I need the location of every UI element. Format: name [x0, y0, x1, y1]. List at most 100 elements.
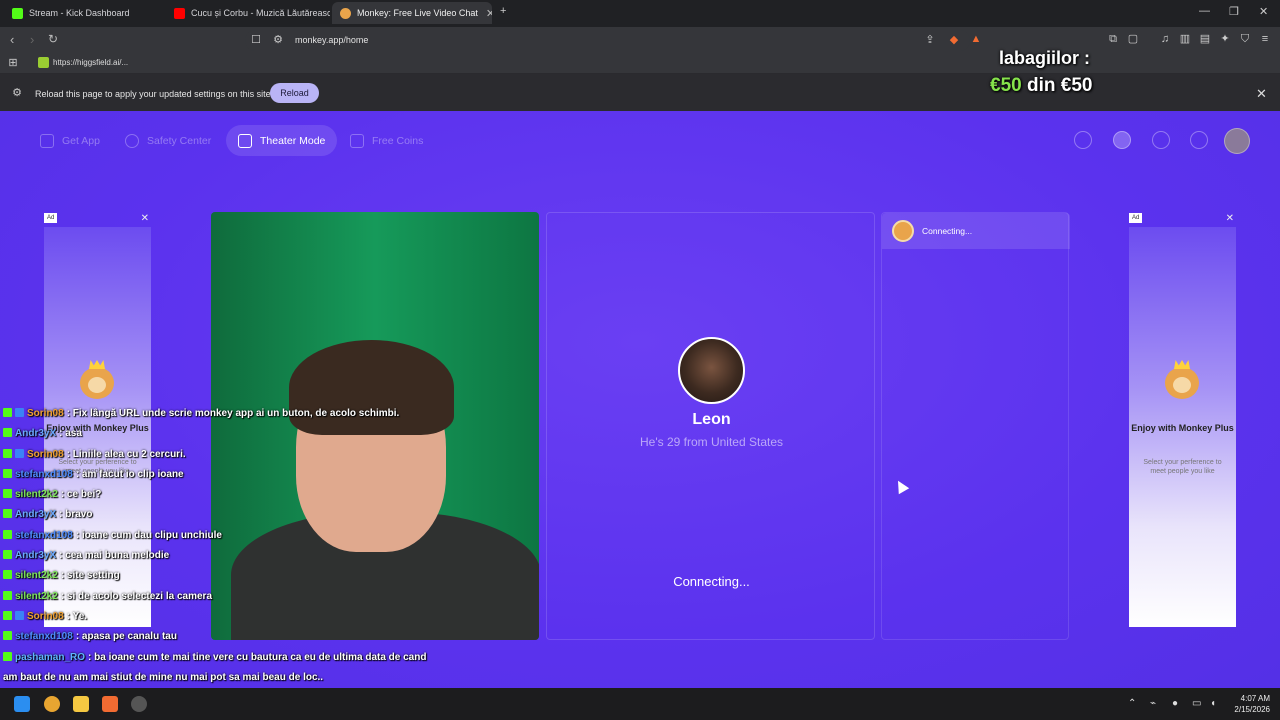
volume-icon[interactable]: ◖ [1210, 698, 1216, 709]
tray-chevron-icon[interactable]: ⌃ [1128, 698, 1136, 709]
forward-icon[interactable]: › [30, 32, 34, 47]
wallet-icon[interactable]: ▤ [1198, 32, 1212, 46]
extensions-icon[interactable]: ⧉ [1106, 32, 1120, 46]
chat-message: Sorin08: Fix lângă URL unde scrie monkey… [3, 404, 443, 424]
new-tab-button[interactable]: + [500, 5, 506, 17]
folder-icon[interactable] [73, 696, 89, 712]
leo-icon[interactable]: ✦ [1218, 32, 1232, 46]
coin-icon[interactable] [1113, 131, 1131, 149]
clock-date: 2/15/2026 [1234, 705, 1270, 714]
chat-header: Connecting... [882, 213, 1070, 249]
chat-text: ce bei? [66, 489, 102, 501]
rewards-icon[interactable]: ▲ [969, 32, 983, 46]
messages-icon[interactable] [1190, 131, 1208, 149]
nav-label: Theater Mode [260, 134, 326, 147]
chrome-icon[interactable] [44, 696, 60, 712]
minimize-button[interactable]: — [1199, 5, 1210, 17]
kick-badge-icon [3, 550, 12, 560]
display-icon[interactable]: ▭ [1192, 698, 1201, 709]
chat-message: silent2k2: si de acolo selectezi la came… [3, 587, 443, 607]
vpn-icon[interactable]: ⛉ [1238, 32, 1252, 46]
chat-text: site setting [66, 570, 120, 582]
chat-username[interactable]: silent2k2 [15, 570, 58, 581]
chat-username[interactable]: stefanxd108 [15, 530, 73, 541]
tab-monkey[interactable]: Monkey: Free Live Video Chat ✕ [332, 2, 492, 24]
shield-icon [125, 133, 139, 148]
ad-right[interactable]: Ad ✕ Enjoy with Monkey Plus Select your … [1129, 213, 1236, 627]
apps-grid-icon[interactable]: ⊞ [6, 56, 20, 70]
chat-username[interactable]: Andr3yX [15, 550, 56, 561]
start-icon[interactable] [14, 696, 30, 712]
chat-message: silent2k2: site setting [3, 566, 443, 586]
close-ad-icon[interactable]: ✕ [141, 213, 149, 224]
obs-icon[interactable] [131, 696, 147, 712]
share-icon[interactable]: ⇪ [923, 33, 937, 47]
reload-icon[interactable]: ↻ [48, 32, 58, 46]
close-infobar-icon[interactable]: ✕ [1256, 86, 1267, 102]
menu-icon[interactable]: ≡ [1258, 32, 1272, 46]
history-icon[interactable] [1152, 131, 1170, 149]
chat-username[interactable]: silent2k2 [15, 489, 58, 500]
stream-chat-overlay: Sorin08: Fix lângă URL unde scrie monkey… [3, 404, 443, 708]
nav-get-app[interactable]: Get App [28, 125, 112, 156]
bookmark-higgsfield[interactable]: https://higgsfield.ai/... [38, 57, 128, 68]
match-subtitle: He's 29 from United States [639, 435, 784, 449]
back-icon[interactable]: ‹ [10, 32, 14, 47]
chat-message: pashaman_RO: ba ioane cum te mai tine ve… [3, 648, 443, 689]
higgsfield-icon [38, 57, 49, 68]
chat-username[interactable]: Sorin08 [27, 408, 64, 419]
brave-shield-icon[interactable]: ◆ [947, 33, 961, 47]
monkey-icon [340, 7, 351, 19]
chat-message: stefanxd108: ioane cum dau clipu unchiul… [3, 526, 443, 546]
kick-badge-icon [3, 631, 12, 641]
chat-username[interactable]: pashaman_RO [15, 652, 85, 663]
chat-text: cea mai buna melodie [65, 550, 170, 562]
expand-icon [238, 133, 252, 148]
kick-badge-icon [3, 448, 12, 458]
chat-message: silent2k2: ce bei? [3, 485, 443, 505]
url-text[interactable]: monkey.app/home [295, 35, 368, 45]
monkey-king-icon [80, 367, 114, 399]
avatar[interactable] [1224, 128, 1250, 154]
kick-badge-icon [3, 651, 12, 661]
site-settings-icon[interactable]: ⚙ [271, 33, 285, 47]
clock[interactable]: 4:07 AM 2/15/2026 [1224, 693, 1270, 715]
kick-badge-icon [3, 590, 12, 600]
mic-icon[interactable]: ● [1172, 698, 1178, 709]
chat-text: ioane cum dau clipu unchiule [81, 529, 222, 541]
chat-username[interactable]: Sorin08 [27, 611, 64, 622]
maximize-button[interactable]: ❐ [1229, 5, 1239, 18]
search-icon[interactable] [1074, 131, 1092, 149]
close-ad-icon[interactable]: ✕ [1226, 213, 1234, 224]
media-icon[interactable]: ♫ [1158, 32, 1172, 46]
nav-theater-mode[interactable]: Theater Mode [226, 125, 338, 156]
tab-kick-dashboard[interactable]: Stream - Kick Dashboard [4, 2, 164, 24]
chat-status: Connecting... [922, 226, 973, 236]
chat-message: stefanxd108: am facut io clip ioane [3, 465, 443, 485]
panel-icon[interactable]: ▥ [1178, 32, 1192, 46]
nav-safety-center[interactable]: Safety Center [113, 125, 223, 156]
network-icon[interactable]: ⌁ [1150, 698, 1156, 709]
tab-youtube-music[interactable]: Cucu și Corbu - Muzică Lăutărească | [166, 2, 330, 24]
omnibox[interactable]: ☐ ⚙ monkey.app/home ⇪ ◆ [245, 30, 970, 51]
chat-username[interactable]: Sorin08 [27, 449, 64, 460]
subscriber-badge-icon [15, 610, 24, 620]
chat-username[interactable]: Andr3yX [15, 509, 56, 520]
reload-button[interactable]: Reload [270, 83, 319, 103]
match-avatar [678, 337, 745, 404]
close-window-button[interactable]: ✕ [1259, 5, 1268, 18]
nav-free-coins[interactable]: Free Coins [338, 125, 435, 156]
chat-text: bravo [65, 509, 93, 521]
chat-text: asa [65, 428, 82, 440]
bookmark-icon[interactable]: ☐ [249, 33, 263, 47]
chat-username[interactable]: stefanxd108 [15, 631, 73, 642]
chat-username[interactable]: Andr3yX [15, 428, 56, 439]
chat-message: Andr3yX: cea mai buna melodie [3, 546, 443, 566]
chat-username[interactable]: stefanxd108 [15, 469, 73, 480]
brave-icon[interactable] [102, 696, 118, 712]
close-tab-icon[interactable]: ✕ [486, 7, 492, 20]
kick-badge-icon [3, 428, 12, 438]
kick-badge-icon [3, 408, 12, 417]
chat-username[interactable]: silent2k2 [15, 591, 58, 602]
sidebar-icon[interactable]: ▢ [1126, 32, 1140, 46]
